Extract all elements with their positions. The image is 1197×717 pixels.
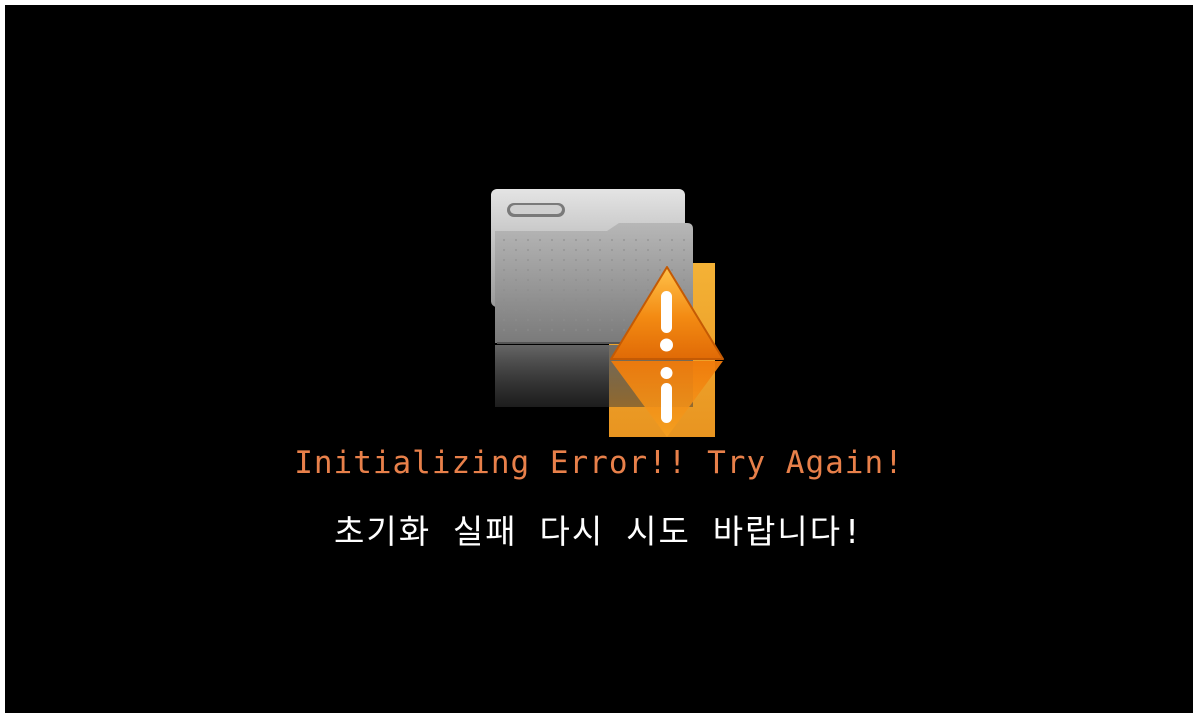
error-message-korean: 초기화 실패 다시 시도 바랍니다!	[333, 512, 865, 551]
folder-warning-icon	[489, 187, 729, 437]
error-message-english: Initializing Error!! Try Again!	[294, 445, 904, 481]
error-screen: Initializing Error!! Try Again! 초기화 실패 다…	[5, 5, 1193, 713]
